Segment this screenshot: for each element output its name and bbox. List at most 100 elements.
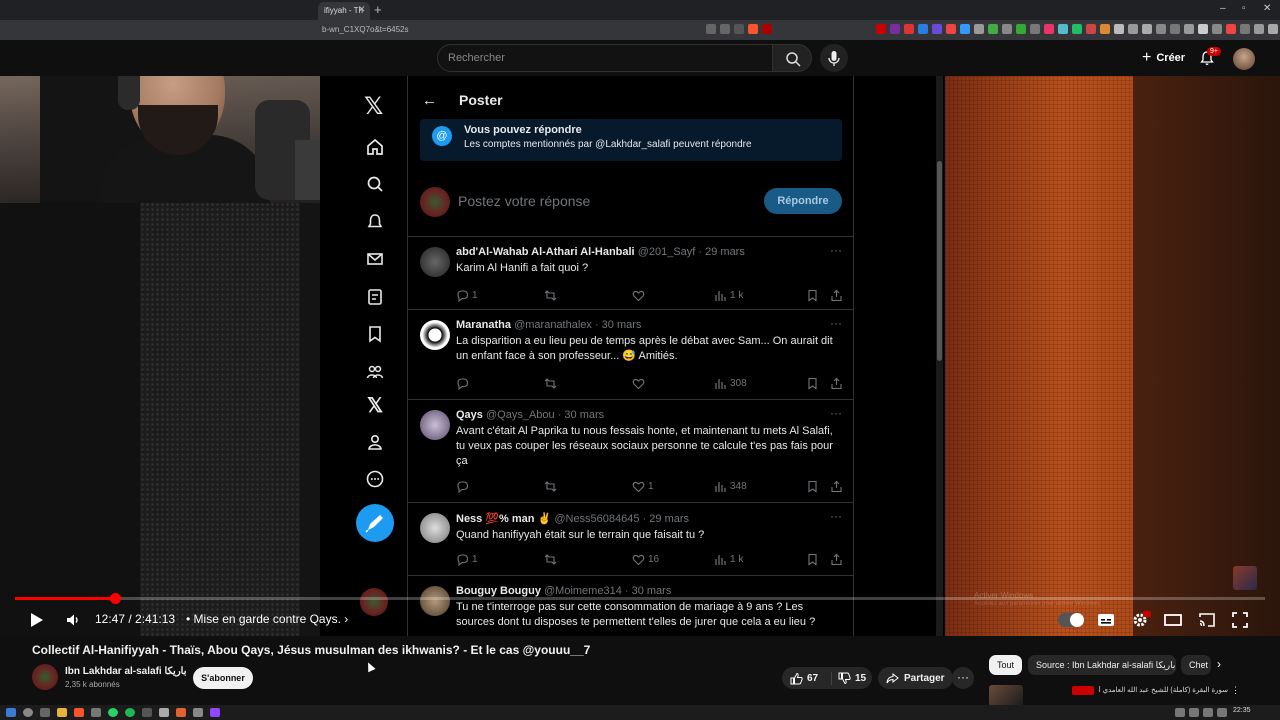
extension-icon[interactable] [960, 24, 970, 34]
extension-icon[interactable] [1184, 24, 1194, 34]
more-actions-button[interactable]: ··· [952, 667, 974, 689]
tab-close-icon[interactable]: ✕ [358, 4, 366, 15]
autoplay-toggle[interactable] [1058, 613, 1084, 627]
like-button[interactable]: 67 [782, 671, 832, 685]
progress-bar-track[interactable] [15, 597, 1265, 600]
share-button[interactable]: Partager [878, 667, 953, 689]
speaker-icon[interactable] [1203, 708, 1213, 717]
chips-next-icon[interactable]: › [1217, 657, 1221, 671]
share-action [830, 480, 846, 493]
video-background-edge [300, 202, 320, 636]
voice-search-button[interactable] [820, 44, 848, 72]
search-button[interactable] [772, 44, 812, 72]
tray-icon[interactable] [1175, 708, 1185, 717]
extension-icon[interactable] [1030, 24, 1040, 34]
extension-icon[interactable] [1198, 24, 1208, 34]
user-avatar[interactable] [1233, 48, 1255, 70]
extension-icon[interactable] [974, 24, 984, 34]
chip-source[interactable]: Source : Ibn Lakhdar al-salafi باريكا [1028, 655, 1176, 675]
maximize-icon[interactable]: ▫ [1242, 3, 1246, 14]
extension-icon[interactable] [876, 24, 886, 34]
browser-tab-bar [0, 0, 1280, 20]
extension-icon[interactable] [918, 24, 928, 34]
extension-icon[interactable] [988, 24, 998, 34]
extension-icon[interactable] [1212, 24, 1222, 34]
recommendation-title[interactable]: سورة البقرة (كاملة) للشيخ عبد الله العام… [1098, 686, 1228, 694]
next-video-thumbnail[interactable] [1233, 566, 1257, 590]
spotify-icon[interactable] [125, 708, 135, 717]
brave-browser-icon[interactable] [74, 708, 84, 717]
extension-icon[interactable] [1016, 24, 1026, 34]
chip-other[interactable]: Chet [1181, 655, 1211, 675]
reply-action-count: 1 [472, 553, 478, 565]
extension-icon[interactable] [1114, 24, 1124, 34]
play-button[interactable] [26, 610, 46, 635]
thumbs-down-icon [838, 672, 851, 684]
network-icon[interactable] [1189, 708, 1199, 717]
extension-icon[interactable] [1086, 24, 1096, 34]
extension-icon[interactable] [1100, 24, 1110, 34]
taskbar-app-icon[interactable] [142, 708, 152, 717]
url-text[interactable]: b-wn_C1XQ7o&t=6452s [322, 25, 409, 34]
obs-icon[interactable] [159, 708, 169, 717]
extension-icon[interactable] [1002, 24, 1012, 34]
new-tab-icon[interactable]: + [374, 2, 382, 17]
extension-icon[interactable] [1156, 24, 1166, 34]
extension-icon[interactable] [1240, 24, 1250, 34]
progress-bar-played [15, 597, 116, 600]
taskbar-app-icon[interactable] [91, 708, 101, 717]
file-explorer-icon[interactable] [57, 708, 67, 717]
taskbar-app-icon[interactable] [176, 708, 186, 717]
tweet-author: Maranatha [456, 319, 512, 331]
close-window-icon[interactable]: ✕ [1263, 3, 1271, 14]
chapter-label: • Mise en garde contre Qays. [186, 612, 341, 626]
volume-button[interactable] [64, 611, 82, 634]
extension-icon[interactable] [890, 24, 900, 34]
taskbar-search-icon[interactable] [23, 708, 33, 717]
extension-icon[interactable] [1226, 24, 1236, 34]
whatsapp-icon[interactable] [108, 708, 118, 717]
rewards-icon[interactable] [762, 24, 772, 34]
recommendation-menu-icon[interactable]: ⋮ [1231, 685, 1240, 696]
extension-icon[interactable] [1268, 24, 1278, 34]
theater-mode-button[interactable] [1164, 613, 1182, 632]
dislike-button[interactable]: 15 [832, 672, 866, 685]
zoom-icon[interactable] [720, 24, 730, 34]
extension-icon[interactable] [1072, 24, 1082, 34]
twitch-icon[interactable] [210, 708, 220, 717]
cast-button[interactable] [1198, 612, 1216, 633]
recommendation-thumbnail[interactable] [989, 685, 1023, 707]
settings-button[interactable] [1131, 611, 1151, 634]
minimize-icon[interactable]: – [1220, 3, 1226, 14]
brave-icon[interactable] [748, 24, 758, 34]
video-player[interactable]: 𝕏 𝕏 ← Poster @ Vous pouvez répondre Les … [0, 76, 1280, 636]
extension-icon[interactable] [904, 24, 914, 34]
extension-icon[interactable] [1044, 24, 1054, 34]
heart-icon [632, 378, 645, 389]
progress-scrubber[interactable] [110, 593, 121, 604]
task-view-icon[interactable] [40, 708, 50, 717]
extension-icon[interactable] [1128, 24, 1138, 34]
channel-avatar[interactable] [32, 664, 58, 690]
chip-all[interactable]: Tout [989, 655, 1023, 675]
extension-icon[interactable] [946, 24, 956, 34]
extension-icon[interactable] [932, 24, 942, 34]
chapter-title[interactable]: • Mise en garde contre Qays. › [186, 612, 348, 626]
subscribe-button[interactable]: S'abonner [193, 667, 253, 689]
channel-name[interactable]: Ibn Lakhdar al-salafi باريكا [65, 666, 187, 677]
subtitles-button[interactable] [1097, 612, 1115, 633]
share-icon[interactable] [734, 24, 744, 34]
extension-icon[interactable] [1170, 24, 1180, 34]
battery-icon[interactable] [1217, 708, 1227, 717]
views-icon [715, 378, 726, 389]
windows-start-icon[interactable] [6, 708, 16, 717]
search-input[interactable]: Rechercher [437, 44, 773, 72]
extension-icon[interactable] [1058, 24, 1068, 34]
repost-action [544, 480, 632, 493]
extension-icon[interactable] [1254, 24, 1264, 34]
fullscreen-button[interactable] [1232, 612, 1248, 633]
install-icon[interactable] [706, 24, 716, 34]
taskbar-app-icon[interactable] [193, 708, 203, 717]
reply-action: 1 [456, 553, 544, 566]
extension-icon[interactable] [1142, 24, 1152, 34]
